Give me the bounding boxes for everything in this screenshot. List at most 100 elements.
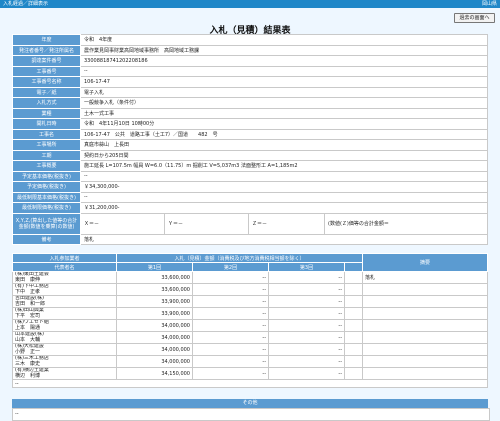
bid-note — [362, 367, 488, 380]
bid-round3: -- — [268, 295, 345, 308]
bid-round2: -- — [192, 307, 269, 320]
bid-blank — [343, 283, 364, 296]
other-heading: その他 — [12, 399, 488, 408]
detail-value: -- — [80, 170, 488, 182]
header-prefecture: 岡山県 — [481, 1, 497, 7]
bidder-representative: 東田 康伸 — [15, 276, 41, 283]
bid-round1: 34,000,000 — [116, 343, 193, 356]
bid-round3: -- — [268, 331, 345, 344]
bid-round1: 34,150,000 — [116, 367, 193, 380]
detail-row: 発注者番号／発注所属名 農作業見岡事財業高岡地域事務所 高岡地域工務課 — [12, 44, 488, 56]
detail-row: 入札方式 一般競争入札（条件付） — [12, 97, 488, 109]
bid-note — [362, 343, 488, 356]
detail-row: 工期 契約日から205日間 — [12, 149, 488, 161]
detail-value: 電子入札 — [80, 86, 488, 98]
detail-label: 予定基本価格(税抜き) — [12, 170, 81, 182]
detail-row: 業種 土木一式工事 — [12, 107, 488, 119]
bid-round2: -- — [192, 271, 269, 284]
bidder-name-cell: (株)東田土建会 東田 康伸 — [12, 271, 117, 284]
detail-row: 調達案件番号 33008818741202208186 — [12, 55, 488, 67]
detail-label: 最低制限基本価格(税抜き) — [12, 191, 81, 203]
bid-round3: -- — [268, 343, 345, 356]
detail-label: 開札日時 — [12, 118, 81, 130]
detail-value: -- — [80, 191, 488, 203]
bidder-row: (株)東田土建会 東田 康伸 33,600,000 -- -- 落札 — [12, 271, 488, 284]
detail-label: 工事番号 — [12, 65, 81, 77]
bidder-row: 山本建設(株) 山本 大輔 34,000,000 -- -- — [12, 331, 488, 344]
col-company: 入札参加業者 — [12, 253, 117, 263]
col-round3: 第3回 — [268, 262, 345, 272]
detail-label: 予定価格(税抜き) — [12, 181, 81, 193]
calc-row: X,Y,Z,(算出した値等の合計金額(数値を乗算)の数値) Ｘ＝－ Ｙ＝－ Ｚ＝… — [12, 212, 488, 235]
detail-value: ￥34,300,000- — [80, 181, 488, 193]
detail-value: 真庭市蒜山 上長田 — [80, 139, 488, 151]
bidders-footer: -- — [12, 379, 488, 388]
col-round2: 第2回 — [192, 262, 269, 272]
bidder-representative: 山本 大輔 — [15, 336, 41, 343]
bidder-row: (有)横辺土建業 横辺 利博 34,150,000 -- -- — [12, 367, 488, 380]
bidder-representative: 三木 康史 — [15, 360, 41, 367]
bid-round1: 34,000,000 — [116, 319, 193, 332]
bidder-row: (株)三木工務店 三木 康史 34,000,000 -- -- — [12, 355, 488, 368]
bid-blank — [343, 307, 364, 320]
bid-round3: -- — [268, 283, 345, 296]
bidder-representative: 小野 正一 — [15, 348, 41, 355]
detail-row: 工事番号名称 106-17-47 — [12, 76, 488, 88]
detail-value: 施工延長 L=107.5m 幅員 W=6.0（11.75）m 掘削工 V=5,0… — [80, 160, 488, 172]
detail-row: 工事名 106-17-47 公共 道路工事（土工7）／国道 482 号 — [12, 128, 488, 140]
bid-round3: -- — [268, 319, 345, 332]
bid-blank — [343, 331, 364, 344]
detail-row: 最低制限価格(税抜き) ￥31,200,000- — [12, 202, 488, 214]
detail-label: 工期 — [12, 149, 81, 161]
detail-row: 最低制限基本価格(税抜き) -- — [12, 191, 488, 203]
bid-round3: -- — [268, 307, 345, 320]
calc-total: (数値(Ｚ)価等の合計金額＝ — [324, 212, 488, 235]
bidder-representative: 横辺 利博 — [15, 372, 41, 379]
bidder-row: (有)下中工務店 下中 正孝 33,600,000 -- -- — [12, 283, 488, 296]
bidder-name-cell: (有)横辺土建業 横辺 利博 — [12, 367, 117, 380]
calc-y: Ｙ＝－ — [164, 212, 249, 235]
bid-note — [362, 283, 488, 296]
bidders-footer-row: -- — [12, 379, 488, 388]
detail-label: 入札方式 — [12, 97, 81, 109]
detail-label: 工事概要 — [12, 160, 81, 172]
detail-value: 一般競争入札（条件付） — [80, 97, 488, 109]
bid-round3: -- — [268, 271, 345, 284]
detail-value: 106-17-47 — [80, 76, 488, 88]
bid-round2: -- — [192, 343, 269, 356]
detail-label: 工事名 — [12, 128, 81, 140]
bid-round3: -- — [268, 367, 345, 380]
bidder-representative: 下中 正孝 — [15, 288, 41, 295]
col-blank — [343, 262, 364, 272]
bid-round1: 33,900,000 — [116, 307, 193, 320]
detail-row: 工事概要 施工延長 L=107.5m 幅員 W=6.0（11.75）m 掘削工 V… — [12, 160, 488, 172]
detail-row: 工事番号 -- — [12, 65, 488, 77]
col-note: 摘要 — [362, 253, 488, 272]
bid-round2: -- — [192, 295, 269, 308]
detail-row: 予定基本価格(税抜き) -- — [12, 170, 488, 182]
col-rep: 代表者名 — [12, 262, 117, 272]
bidder-representative: 上本 陽通 — [15, 324, 41, 331]
bid-round1: 34,000,000 — [116, 355, 193, 368]
bid-blank — [343, 355, 364, 368]
bidder-name-cell: (株)三木工務店 三木 康史 — [12, 355, 117, 368]
detail-label: 工事場所 — [12, 139, 81, 151]
remark-value: 落札 — [80, 233, 488, 245]
detail-value: 農作業見岡事財業高岡地域事務所 高岡地域工務課 — [80, 44, 488, 56]
detail-value: 契約日から205日間 — [80, 149, 488, 161]
bid-round2: -- — [192, 367, 269, 380]
detail-label: 調達案件番号 — [12, 55, 81, 67]
back-button[interactable]: 過去の画面へ — [454, 13, 495, 23]
bid-note — [362, 331, 488, 344]
detail-row: 予定価格(税抜き) ￥34,300,000- — [12, 181, 488, 193]
bid-round1: 33,600,000 — [116, 283, 193, 296]
detail-value: -- — [80, 65, 488, 77]
detail-label: 工事番号名称 — [12, 76, 81, 88]
bid-note — [362, 319, 488, 332]
bid-note — [362, 355, 488, 368]
bid-blank — [343, 295, 364, 308]
detail-value: 106-17-47 公共 道路工事（土工7）／国道 482 号 — [80, 128, 488, 140]
other-value: -- — [12, 408, 490, 421]
bid-blank — [343, 367, 364, 380]
detail-value: ￥31,200,000- — [80, 202, 488, 214]
